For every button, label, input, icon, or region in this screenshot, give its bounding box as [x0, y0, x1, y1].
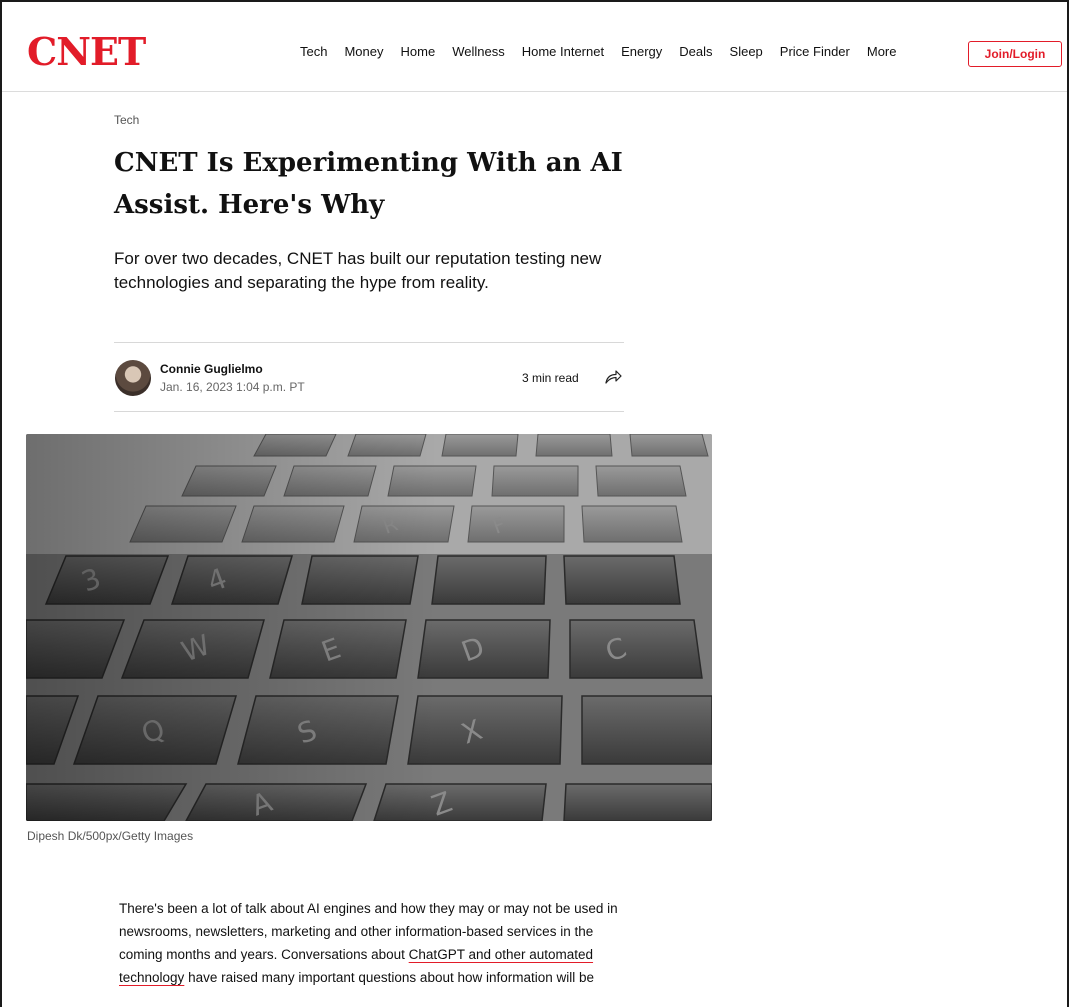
nav-item-price-finder[interactable]: Price Finder: [780, 44, 850, 59]
site-header: CNET Tech Money Home Wellness Home Inter…: [2, 2, 1067, 92]
byline: Connie Guglielmo Jan. 16, 2023 1:04 p.m.…: [114, 342, 624, 412]
share-arrow-icon[interactable]: [604, 369, 622, 385]
nav-item-money[interactable]: Money: [344, 44, 383, 59]
author-avatar[interactable]: [115, 360, 151, 396]
browser-page: CNET Tech Money Home Wellness Home Inter…: [0, 0, 1069, 1007]
main-nav: Tech Money Home Wellness Home Internet E…: [300, 44, 913, 59]
cnet-logo[interactable]: CNET: [27, 32, 146, 72]
body-text-part2: have raised many important questions abo…: [184, 970, 595, 985]
nav-item-wellness[interactable]: Wellness: [452, 44, 505, 59]
nav-item-sleep[interactable]: Sleep: [730, 44, 763, 59]
nav-item-deals[interactable]: Deals: [679, 44, 712, 59]
article-dek: For over two decades, CNET has built our…: [114, 249, 602, 292]
hero-image: 3 4 W E D C Q S X A Z R F: [26, 434, 712, 821]
nav-item-home[interactable]: Home: [401, 44, 436, 59]
publish-date: Jan. 16, 2023 1:04 p.m. PT: [160, 380, 305, 394]
nav-item-energy[interactable]: Energy: [621, 44, 662, 59]
article-body-paragraph: There's been a lot of talk about AI engi…: [119, 897, 639, 989]
join-login-button[interactable]: Join/Login: [968, 41, 1062, 67]
nav-item-more[interactable]: More: [867, 44, 897, 59]
image-caption: Dipesh Dk/500px/Getty Images: [27, 829, 194, 843]
article-title: CNET Is Experimenting With an AI Assist.…: [114, 148, 623, 220]
keyboard-photo: 3 4 W E D C Q S X A Z R F: [26, 434, 712, 821]
author-name[interactable]: Connie Guglielmo: [160, 362, 263, 376]
nav-item-home-internet[interactable]: Home Internet: [522, 44, 604, 59]
read-time: 3 min read: [522, 371, 579, 385]
article-category[interactable]: Tech: [114, 113, 139, 127]
nav-item-tech[interactable]: Tech: [300, 44, 327, 59]
